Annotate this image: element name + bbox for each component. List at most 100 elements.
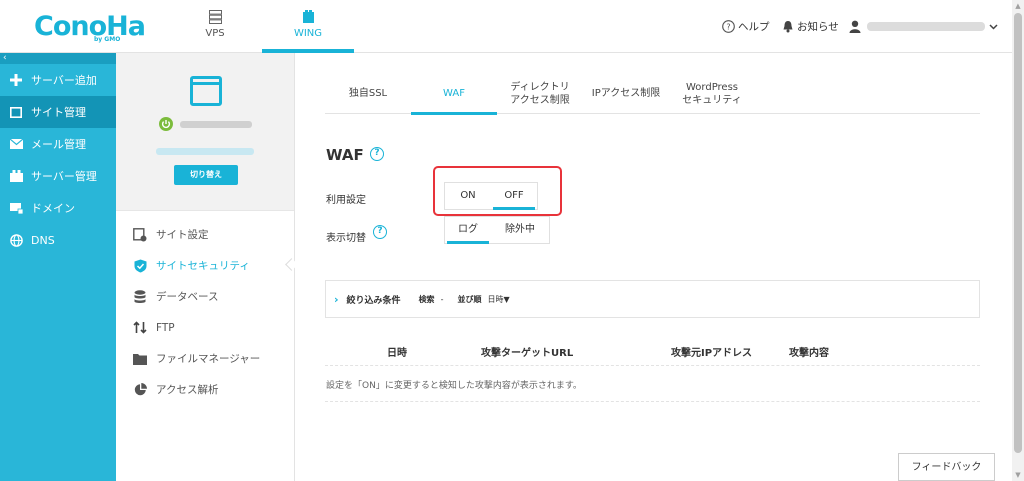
filter-search-label: 検索 — [418, 294, 435, 304]
site-sub-nav: 切り替え サイト設定 サイトセキュリティ データベース FTP ファイルマネージ… — [116, 53, 295, 481]
waf-help-icon[interactable]: ? — [370, 147, 384, 161]
database-icon — [132, 289, 148, 304]
column-header-attack-content: 攻撃内容 — [789, 348, 829, 359]
tab-ip-access[interactable]: IPアクセス制限 — [583, 73, 669, 114]
tab-waf[interactable]: WAF — [411, 73, 497, 115]
account-menu[interactable] — [849, 0, 998, 53]
tab-label-line1: WordPress — [685, 81, 739, 93]
table-divider — [325, 365, 980, 366]
sub-item-label: サイト設定 — [156, 229, 209, 241]
sub-item-site-settings[interactable]: サイト設定 — [116, 219, 295, 250]
nav-item-mail-management[interactable]: メール管理 — [0, 128, 116, 160]
filter-search-value: - — [440, 294, 444, 304]
top-bar: ConoHa by GMO VPS WING ? ヘルプ お知らせ — [0, 0, 1012, 53]
chevron-down-icon — [989, 24, 998, 30]
security-tabs: 独自SSL WAF ディレクトリ アクセス制限 IPアクセス制限 WordPre… — [325, 73, 980, 115]
help-icon: ? — [722, 20, 735, 33]
main-content: 独自SSL WAF ディレクトリ アクセス制限 IPアクセス制限 WordPre… — [295, 53, 1012, 481]
page-title: WAF — [326, 146, 364, 164]
user-name-redacted — [867, 22, 985, 31]
column-header-datetime: 日時 — [387, 348, 407, 359]
sub-item-label: FTP — [156, 321, 175, 334]
plus-icon — [9, 73, 23, 87]
feedback-button[interactable]: フィードバック — [898, 453, 995, 481]
sub-item-label: サイトセキュリティ — [156, 260, 250, 272]
service-tab-wing[interactable]: WING — [262, 0, 354, 53]
switch-site-button[interactable]: 切り替え — [174, 165, 238, 185]
shield-icon — [132, 259, 148, 273]
nav-item-server-management[interactable]: サーバー管理 — [0, 160, 116, 192]
nav-item-dns[interactable]: DNS — [0, 224, 116, 256]
mail-icon — [9, 137, 23, 151]
sub-item-site-security[interactable]: サイトセキュリティ — [116, 250, 295, 281]
service-tab-label: WING — [293, 28, 323, 39]
scroll-down-icon[interactable]: ▼ — [1014, 471, 1022, 479]
sub-item-access-analysis[interactable]: アクセス解析 — [116, 374, 295, 405]
tab-label-line2: アクセス制限 — [510, 94, 570, 106]
user-icon — [849, 20, 861, 33]
conoha-logo[interactable]: ConoHa by GMO — [34, 10, 146, 44]
nav-item-label: サーバー管理 — [31, 170, 97, 183]
site-icon — [9, 105, 23, 119]
globe-icon — [9, 233, 23, 247]
svg-text:?: ? — [726, 23, 730, 32]
help-label: ヘルプ — [738, 21, 770, 33]
site-card: 切り替え — [116, 53, 294, 211]
nav-item-label: DNS — [31, 233, 55, 247]
sub-item-label: ファイルマネージャー — [156, 353, 261, 365]
page-scrollbar[interactable]: ▲ ▼ — [1012, 0, 1024, 481]
power-icon — [159, 117, 173, 131]
logo-sub: by GMO — [94, 36, 121, 43]
sub-item-ftp[interactable]: FTP — [116, 312, 295, 343]
scroll-thumb[interactable] — [1014, 13, 1022, 453]
pie-chart-icon — [132, 383, 148, 397]
display-switch-label: 表示切替 — [326, 233, 366, 244]
display-excluded-option[interactable]: 除外中 — [491, 217, 549, 243]
display-toggle: ログ 除外中 — [444, 216, 550, 244]
display-log-option[interactable]: ログ — [445, 217, 491, 244]
nav-item-add-server[interactable]: サーバー追加 — [0, 64, 116, 96]
display-help-icon[interactable]: ? — [373, 225, 387, 239]
chevron-right-icon: › — [334, 292, 339, 306]
help-link[interactable]: ? ヘルプ — [722, 0, 770, 53]
ftp-icon — [132, 321, 148, 335]
tab-label-line2: セキュリティ — [682, 94, 742, 106]
tab-ssl[interactable]: 独自SSL — [325, 73, 411, 114]
filter-panel[interactable]: › 絞り込み条件 検索 - 並び順 日時▼ — [325, 280, 980, 318]
left-nav: ‹ サーバー追加 サイト管理 メール管理 サーバー管理 ドメイン DNS — [0, 53, 116, 481]
tab-label: IPアクセス制限 — [591, 88, 661, 99]
site-url-redacted — [156, 148, 254, 155]
folder-icon — [132, 352, 148, 366]
domain-icon — [9, 201, 23, 215]
server-stack-icon — [9, 169, 23, 183]
sub-item-file-manager[interactable]: ファイルマネージャー — [116, 343, 295, 374]
bell-icon — [783, 21, 793, 33]
logo-text: ConoHa — [34, 11, 146, 42]
usage-setting-label: 利用設定 — [326, 195, 366, 206]
sub-item-database[interactable]: データベース — [116, 281, 295, 312]
nav-item-label: ドメイン — [31, 202, 75, 215]
collapse-nav-button[interactable]: ‹ — [0, 53, 116, 64]
table-divider — [325, 401, 980, 402]
filter-sort-value: 日時▼ — [487, 294, 510, 304]
column-header-source-ip: 攻撃元IPアドレス — [671, 348, 753, 359]
site-settings-icon — [132, 227, 148, 242]
tab-label: 独自SSL — [348, 88, 388, 99]
notice-link[interactable]: お知らせ — [782, 0, 839, 53]
nav-item-label: サイト管理 — [31, 106, 86, 119]
scroll-up-icon[interactable]: ▲ — [1014, 2, 1022, 10]
filter-sort-label: 並び順 — [457, 294, 482, 304]
tab-label-line1: ディレクトリ — [510, 81, 570, 93]
tab-wordpress-security[interactable]: WordPress セキュリティ — [669, 73, 755, 114]
service-tab-vps[interactable]: VPS — [169, 0, 261, 53]
tab-directory-access[interactable]: ディレクトリ アクセス制限 — [497, 73, 583, 114]
tab-label: WAF — [443, 88, 465, 99]
wing-icon — [302, 10, 314, 23]
site-name-redacted — [180, 121, 252, 128]
filter-title: 絞り込み条件 — [346, 295, 401, 306]
nav-item-label: メール管理 — [31, 138, 86, 151]
notice-label: お知らせ — [797, 21, 839, 33]
highlight-annotation — [433, 166, 562, 216]
nav-item-domain[interactable]: ドメイン — [0, 192, 116, 224]
nav-item-site-management[interactable]: サイト管理 — [0, 96, 116, 128]
